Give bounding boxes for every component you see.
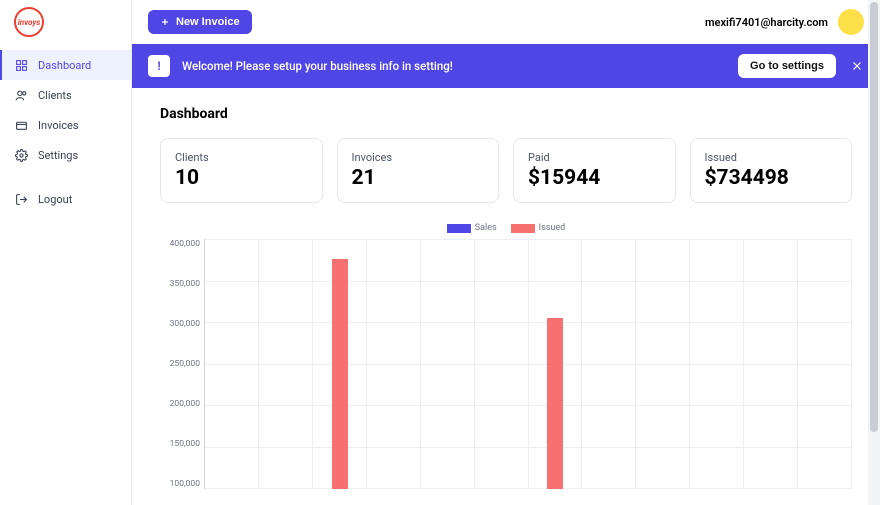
sidebar-item-label: Settings xyxy=(38,149,78,162)
card-label: Clients xyxy=(175,151,308,164)
y-tick: 300,000 xyxy=(160,319,200,329)
sidebar-item-dashboard[interactable]: Dashboard xyxy=(0,50,131,80)
bar-column xyxy=(313,239,367,489)
bar-issued[interactable] xyxy=(332,259,348,489)
card-issued: Issued $734498 xyxy=(690,138,853,203)
main-content: New Invoice mexifi7401@harcity.com ! Wel… xyxy=(132,0,880,505)
info-icon: ! xyxy=(148,55,170,77)
legend-swatch-issued xyxy=(511,224,535,233)
y-axis: 400,000 350,000 300,000 250,000 200,000 … xyxy=(160,239,204,489)
sidebar-item-settings[interactable]: Settings xyxy=(0,140,131,170)
card-label: Paid xyxy=(528,151,661,164)
card-value: $15944 xyxy=(528,166,661,190)
grid-icon xyxy=(14,58,28,72)
card-value: $734498 xyxy=(705,166,838,190)
new-invoice-label: New Invoice xyxy=(176,16,240,28)
legend-sales[interactable]: Sales xyxy=(447,223,497,233)
bars-container xyxy=(205,239,852,489)
y-tick: 150,000 xyxy=(160,439,200,449)
sidebar-item-label: Dashboard xyxy=(38,59,91,72)
bar-issued[interactable] xyxy=(547,318,563,489)
bar-column xyxy=(421,239,475,489)
logo-area: invoys xyxy=(0,0,131,44)
legend-label: Sales xyxy=(475,223,497,233)
legend-label: Issued xyxy=(539,223,566,233)
y-tick: 350,000 xyxy=(160,279,200,289)
card-value: 10 xyxy=(175,166,308,190)
chart-legend: Sales Issued xyxy=(160,223,852,233)
welcome-banner: ! Welcome! Please setup your business in… xyxy=(132,44,880,88)
y-tick: 400,000 xyxy=(160,239,200,249)
bar-column xyxy=(475,239,529,489)
sidebar-item-logout[interactable]: Logout xyxy=(0,184,131,214)
sidebar-item-clients[interactable]: Clients xyxy=(0,80,131,110)
card-value: 21 xyxy=(352,166,485,190)
card-invoices: Invoices 21 xyxy=(337,138,500,203)
bar-column xyxy=(367,239,421,489)
go-to-settings-button[interactable]: Go to settings xyxy=(738,54,836,78)
legend-issued[interactable]: Issued xyxy=(511,223,566,233)
user-email: mexifi7401@harcity.com xyxy=(705,16,828,29)
bar-column xyxy=(636,239,690,489)
stats-cards: Clients 10 Invoices 21 Paid $15944 Issue… xyxy=(160,138,852,203)
bar-column xyxy=(798,239,852,489)
scrollbar-track[interactable] xyxy=(868,0,880,505)
bar-column xyxy=(259,239,313,489)
sidebar-item-invoices[interactable]: Invoices xyxy=(0,110,131,140)
sidebar-item-label: Logout xyxy=(38,193,72,206)
card-icon xyxy=(14,118,28,132)
banner-message: Welcome! Please setup your business info… xyxy=(182,59,453,73)
plot-area xyxy=(204,239,852,489)
sidebar-item-label: Invoices xyxy=(38,119,79,132)
y-tick: 100,000 xyxy=(160,479,200,489)
avatar xyxy=(838,9,864,35)
logout-icon xyxy=(14,192,28,206)
card-clients: Clients 10 xyxy=(160,138,323,203)
card-label: Invoices xyxy=(352,151,485,164)
close-icon[interactable] xyxy=(850,59,864,73)
legend-swatch-sales xyxy=(447,224,471,233)
bar-column xyxy=(582,239,636,489)
page-title: Dashboard xyxy=(160,106,852,122)
y-tick: 250,000 xyxy=(160,359,200,369)
user-menu[interactable]: mexifi7401@harcity.com xyxy=(705,9,864,35)
chart: Sales Issued 400,000 350,000 300,000 250… xyxy=(160,223,852,489)
bar-column xyxy=(529,239,583,489)
gear-icon xyxy=(14,148,28,162)
brand-logo: invoys xyxy=(14,7,44,37)
card-label: Issued xyxy=(705,151,838,164)
bar-column xyxy=(205,239,259,489)
primary-nav: Dashboard Clients Invoices Settings xyxy=(0,44,131,214)
bar-column xyxy=(690,239,744,489)
topbar: New Invoice mexifi7401@harcity.com xyxy=(132,0,880,44)
sidebar: invoys Dashboard Clients Invoices xyxy=(0,0,132,505)
new-invoice-button[interactable]: New Invoice xyxy=(148,10,252,34)
plus-icon xyxy=(160,17,170,27)
scrollbar-thumb[interactable] xyxy=(870,2,878,432)
users-icon xyxy=(14,88,28,102)
bar-column xyxy=(744,239,798,489)
card-paid: Paid $15944 xyxy=(513,138,676,203)
y-tick: 200,000 xyxy=(160,399,200,409)
sidebar-item-label: Clients xyxy=(38,89,72,102)
